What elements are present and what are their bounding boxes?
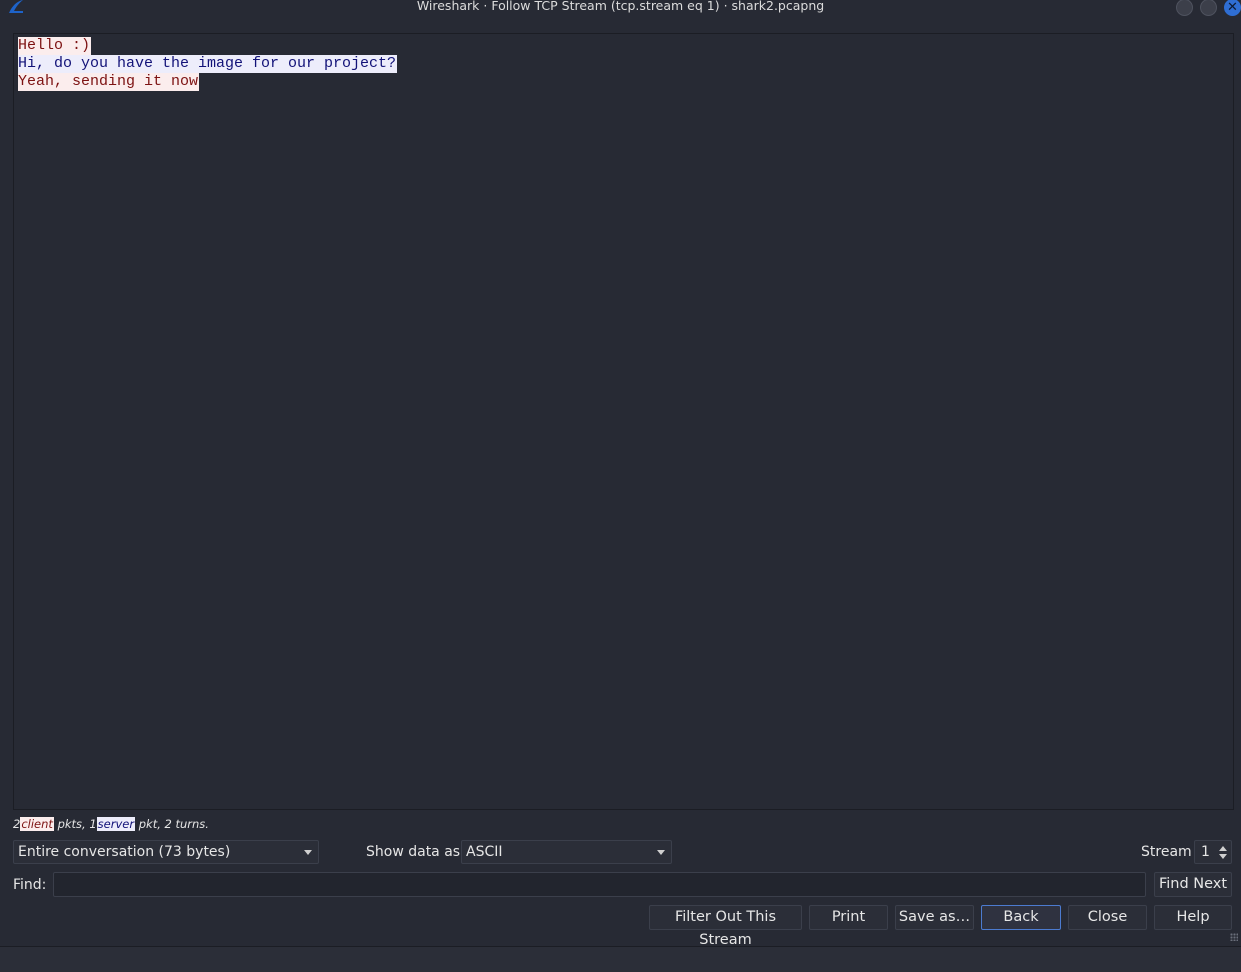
close-button[interactable]: Close	[1068, 905, 1147, 930]
chevron-down-icon	[657, 850, 665, 855]
stream-line-client: Yeah, sending it now	[18, 73, 397, 91]
chevron-down-icon	[304, 850, 312, 855]
stream-number-spinbox[interactable]: 1	[1194, 840, 1232, 864]
window-title: Wireshark · Follow TCP Stream (tcp.strea…	[416, 0, 825, 13]
stream-summary: 2client pkts, 1server pkt, 2 turns.	[13, 817, 209, 833]
show-data-label: Show data as	[366, 844, 461, 860]
find-input[interactable]	[53, 872, 1146, 897]
stream-lines: Hello :) Hi, do you have the image for ou…	[18, 37, 398, 91]
stream-number-value: 1	[1201, 844, 1210, 860]
close-window-button[interactable]: ✕	[1224, 0, 1241, 16]
back-button[interactable]: Back	[981, 905, 1061, 930]
show-data-select-value: ASCII	[466, 844, 503, 860]
stream-label: Stream	[1141, 844, 1192, 860]
conversation-select-value: Entire conversation (73 bytes)	[18, 844, 231, 860]
stream-line-text: Hello :)	[18, 37, 92, 55]
stream-content-view[interactable]: Hello :) Hi, do you have the image for ou…	[13, 33, 1234, 810]
show-data-select[interactable]: ASCII	[461, 840, 672, 864]
minimize-button[interactable]	[1176, 0, 1193, 16]
resize-grip-icon[interactable]	[1230, 933, 1238, 941]
save-as-button[interactable]: Save as…	[895, 905, 974, 930]
stream-line-server: Hi, do you have the image for our projec…	[18, 55, 398, 73]
server-tag: server	[96, 817, 136, 831]
server-suffix: pkt, 2 turns.	[135, 817, 209, 831]
client-suffix: pkts, 1	[53, 817, 97, 831]
title-bar: Wireshark · Follow TCP Stream (tcp.strea…	[0, 0, 1241, 16]
maximize-button[interactable]	[1200, 0, 1217, 16]
client-tag: client	[20, 817, 54, 831]
filter-out-stream-button[interactable]: Filter Out This Stream	[649, 905, 802, 948]
spin-down-icon[interactable]	[1219, 854, 1227, 859]
stream-line-client: Hello :)	[18, 37, 397, 55]
print-button[interactable]: Print	[809, 905, 888, 930]
status-bar	[0, 946, 1241, 972]
stream-line-text: Yeah, sending it now	[18, 73, 200, 91]
find-label: Find:	[13, 877, 47, 893]
spin-up-icon[interactable]	[1219, 846, 1227, 851]
find-next-button[interactable]: Find Next	[1154, 872, 1232, 897]
stream-line-text: Hi, do you have the image for our projec…	[18, 55, 398, 73]
conversation-select[interactable]: Entire conversation (73 bytes)	[13, 840, 319, 864]
help-button[interactable]: Help	[1154, 905, 1232, 930]
